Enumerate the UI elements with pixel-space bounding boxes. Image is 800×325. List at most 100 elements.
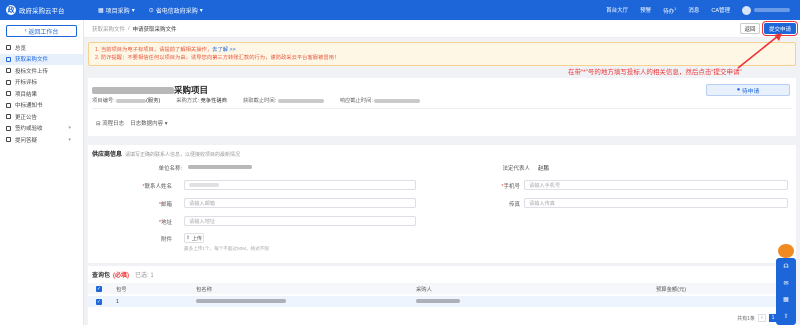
- sidebar-item-overview[interactable]: 总览: [0, 42, 83, 54]
- tab-process-log[interactable]: ⊟ 流程日志: [96, 119, 124, 127]
- back-to-workspace-button[interactable]: ‹ 返回工作台: [6, 25, 77, 37]
- upload-icon: [6, 68, 11, 74]
- table-row[interactable]: ✓ 1: [88, 296, 796, 307]
- col-package-no: 包号: [116, 286, 127, 293]
- sidebar-item-get-documents[interactable]: 获取采购文件: [0, 53, 83, 65]
- qrcode-icon[interactable]: ▦: [783, 296, 789, 303]
- breadcrumb-separator: /: [128, 25, 130, 32]
- email-input[interactable]: 请输入邮箱: [184, 198, 416, 208]
- sidebar-item-award-notice[interactable]: 中标通知书: [0, 100, 83, 112]
- chevron-down-icon: ▾: [68, 136, 71, 143]
- top-link-alert[interactable]: 预警: [640, 6, 651, 14]
- sidebar-item-upload-bid[interactable]: 投标文件上传: [0, 65, 83, 77]
- upload-button[interactable]: ⇪ 上传: [184, 233, 204, 243]
- supplier-form: 供应商信息 请填写正确的联系人信息，以便接收项目的最新情况 单位名称: 法定代表人…: [88, 145, 796, 263]
- user-menu[interactable]: [742, 5, 790, 15]
- notice-icon: [6, 102, 11, 108]
- address-label: *地址: [158, 220, 172, 226]
- learn-more-link[interactable]: 去了解 >>: [212, 47, 236, 53]
- expand-icon: ⊟: [96, 121, 101, 127]
- region-label: 省电信政府采购: [155, 8, 198, 15]
- col-budget: 预算金额(元): [656, 286, 687, 293]
- annotation-arrow-icon: [737, 33, 782, 69]
- announcement-icon: [6, 114, 11, 120]
- table-header: ✓ 包号 包名称 采购人 预算金额(元): [88, 283, 796, 294]
- phone-input[interactable]: 请输入手机号: [524, 180, 788, 190]
- company-label: 单位名称:: [158, 166, 182, 172]
- chevron-down-icon: ▾: [131, 7, 135, 14]
- legal-rep-label: 法定代表人: [502, 166, 530, 172]
- avatar: [742, 5, 751, 15]
- row-checkbox[interactable]: ✓: [96, 298, 102, 305]
- sidebar: ‹ 返回工作台 总览 获取采购文件 投标文件上传 开标评标 项目结果 中标通知书…: [0, 20, 84, 325]
- project-number: 项目编号: (服务): [92, 98, 161, 104]
- sidebar-item-contract[interactable]: 签约或验收 ▾: [0, 123, 83, 135]
- prev-page-button[interactable]: ‹: [758, 314, 766, 322]
- assistant-mascot-icon[interactable]: [778, 244, 794, 258]
- chevron-down-icon: ▾: [68, 125, 71, 132]
- floating-toolbar: ☊ ✉ ▦ ⇧: [776, 258, 796, 325]
- notice-line-1: 1. 当前项目为电子标项目，请提前了解相关操作，去了解 >>: [95, 47, 236, 53]
- project-title: 采购项目: [92, 84, 208, 96]
- project-menu[interactable]: ▦ 项目采购 ▾: [98, 6, 135, 15]
- sidebar-item-qa[interactable]: 提问答疑 ▾: [0, 134, 83, 146]
- document-icon: [6, 56, 11, 62]
- form-title: 供应商信息 请填写正确的联系人信息，以便接收项目的最新情况: [92, 152, 241, 158]
- location-icon: ⊙: [148, 7, 154, 14]
- cell-package-no: 1: [116, 298, 119, 305]
- sidebar-item-bid-opening[interactable]: 开标评标: [0, 77, 83, 89]
- form-subtitle: 请填写正确的联系人信息，以便接收项目的最新情况: [125, 152, 241, 158]
- tab-log-data[interactable]: 日志数据内容 ▾: [130, 119, 167, 127]
- cell-package-name: [196, 299, 416, 305]
- back-to-top-icon[interactable]: ⇧: [783, 313, 788, 320]
- chat-icon[interactable]: ✉: [783, 280, 788, 287]
- address-input[interactable]: 请输入地址: [184, 216, 416, 226]
- chevron-down-icon: ▾: [199, 7, 203, 14]
- top-link-messages[interactable]: 消息: [688, 6, 699, 14]
- package-title: 查询包 (必填) 已选: 1: [92, 273, 154, 279]
- selected-count: 已选: 1: [135, 273, 154, 279]
- upload-hint: 最多上传1个，每个不超过50M，格式不限: [184, 246, 269, 251]
- headset-icon[interactable]: ☊: [783, 263, 788, 270]
- region-selector[interactable]: ⊙ 省电信政府采购 ▾: [149, 6, 203, 15]
- phone-label: *手机号: [501, 184, 520, 190]
- contract-icon: [6, 125, 11, 131]
- project-card: 采购项目 项目编号: (服务) 采购方式: 竞争性磋商 获取截止时间: 响应截止…: [88, 78, 796, 136]
- response-deadline: 响应截止时间:: [340, 96, 421, 104]
- breadcrumb-parent[interactable]: 获取采购文件: [92, 25, 125, 33]
- acquire-deadline: 获取截止时间:: [243, 96, 324, 104]
- contact-name-input[interactable]: [184, 180, 416, 190]
- cell-buyer: [416, 299, 656, 305]
- grid-icon: ▦: [98, 7, 104, 14]
- top-navbar: 政 政府采购云平台 ▦ 项目采购 ▾ ⊙ 省电信政府采购 ▾ 首台大厅 预警 待…: [0, 0, 800, 20]
- user-name: [754, 8, 790, 12]
- overview-icon: [6, 45, 11, 51]
- col-package-name: 包名称: [196, 286, 212, 293]
- fax-input[interactable]: 请输入传真: [524, 198, 788, 208]
- project-menu-label: 项目采购: [105, 8, 130, 15]
- app-logo[interactable]: 政 政府采购云平台: [0, 5, 84, 15]
- contact-name-label: *联系人姓名: [142, 184, 172, 190]
- top-link-hall[interactable]: 首台大厅: [606, 6, 628, 14]
- top-link-ca[interactable]: CA管理: [711, 6, 730, 14]
- select-all-checkbox[interactable]: ✓: [96, 285, 102, 292]
- total-count: 共有1条: [737, 315, 755, 322]
- question-icon: [6, 137, 11, 143]
- procurement-method: 采购方式: 竞争性磋商: [176, 98, 227, 104]
- top-link-todo[interactable]: 待办1: [663, 6, 676, 15]
- legal-rep-value: 赵鹏: [538, 166, 550, 172]
- todo-badge: 1: [674, 5, 677, 11]
- email-label: *邮箱: [158, 202, 172, 208]
- status-badge[interactable]: ● 待申请: [706, 84, 790, 96]
- chevron-down-icon: ▾: [164, 121, 168, 127]
- notice-line-2: 2. 防诈提醒：不要相信任何以项目为由，诱导您向第三方转账汇款的行为，谨防政采云…: [95, 55, 340, 61]
- divider: [92, 108, 792, 109]
- sidebar-item-corrections[interactable]: 更正公告: [0, 111, 83, 123]
- logo-icon: 政: [6, 5, 16, 15]
- package-section: 查询包 (必填) 已选: 1 ✓ 包号 包名称 采购人 预算金额(元) ✓ 1 共有…: [88, 266, 796, 325]
- sidebar-item-results[interactable]: 项目结果: [0, 88, 83, 100]
- app-title: 政府采购云平台: [19, 8, 65, 15]
- company-value: [188, 164, 252, 170]
- annotation-text: 在带“*”号的地方填写投标人的相关信息，然后点击“提交申请”: [568, 69, 742, 76]
- col-buyer: 采购人: [416, 286, 432, 293]
